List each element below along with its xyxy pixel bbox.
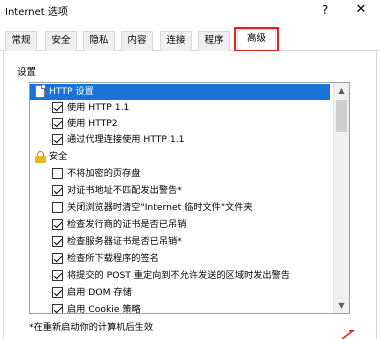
title-bar: Internet 选项 ? ✕	[0, 0, 380, 22]
scroll-thumb[interactable]	[336, 100, 347, 132]
checkbox[interactable]	[52, 168, 63, 179]
setting-post-redirect-warning[interactable]: 将提交的 POST 重定向到不允许发送的区域时发出警告	[30, 268, 330, 284]
checkbox[interactable]	[52, 253, 63, 264]
group-label: HTTP 设置	[49, 86, 94, 97]
setting-server-cert-revocation[interactable]: 检查服务器证书是否已吊销*	[30, 234, 330, 250]
setting-label: 启用 DOM 存储	[67, 287, 132, 298]
tab-advanced[interactable]: 高级	[237, 29, 276, 51]
setting-check-download-signatures[interactable]: 检查所下载程序的签名	[30, 251, 330, 267]
setting-label: 检查所下载程序的签名	[67, 253, 159, 264]
setting-label: 使用 HTTP2	[67, 118, 118, 129]
setting-cert-mismatch-warning[interactable]: 对证书地址不匹配发出警告*	[30, 183, 330, 199]
group-http-settings[interactable]: HTTP 设置	[30, 84, 330, 100]
tab-programs[interactable]: 程序	[198, 31, 230, 51]
checkbox[interactable]	[52, 202, 63, 213]
setting-label: 检查发行商的证书是否已吊销	[67, 219, 187, 230]
checkbox[interactable]	[52, 304, 63, 313]
setting-empty-temp-files[interactable]: 关闭浏览器时清空"Internet 临时文件"文件夹	[30, 200, 330, 216]
settings-label: 设置	[17, 67, 37, 78]
setting-no-save-encrypted[interactable]: 不将加密的页存盘	[30, 166, 330, 182]
checkbox[interactable]	[52, 270, 63, 281]
pointer-arrow-icon	[341, 330, 355, 339]
setting-use-http2[interactable]: 使用 HTTP2	[30, 116, 330, 132]
group-label: 安全	[49, 151, 68, 162]
checkbox[interactable]	[52, 134, 63, 145]
setting-use-http11[interactable]: 使用 HTTP 1.1	[30, 100, 330, 116]
scroll-up-arrow-icon[interactable]: ▲	[334, 83, 349, 98]
checkbox[interactable]	[52, 219, 63, 230]
checkbox[interactable]	[52, 185, 63, 196]
checkbox[interactable]	[52, 118, 63, 129]
document-icon	[35, 85, 45, 98]
lock-icon	[35, 151, 46, 163]
setting-label: 检查服务器证书是否已吊销*	[67, 236, 182, 247]
setting-label: 使用 HTTP 1.1	[67, 102, 130, 113]
tab-strip: 常规 安全 隐私 内容 连接 程序 高级	[0, 29, 380, 51]
setting-label: 不将加密的页存盘	[67, 168, 141, 179]
scroll-down-arrow-icon[interactable]: ▼	[334, 298, 349, 313]
close-button[interactable]: ✕	[352, 1, 370, 19]
setting-proxy-http11[interactable]: 通过代理连接使用 HTTP 1.1	[30, 132, 330, 148]
tab-privacy[interactable]: 隐私	[83, 31, 115, 51]
setting-label: 启用 Cookie 策略	[67, 304, 141, 314]
setting-label: 通过代理连接使用 HTTP 1.1	[67, 134, 185, 145]
group-security[interactable]: 安全	[30, 149, 330, 165]
setting-publisher-cert-revocation[interactable]: 检查发行商的证书是否已吊销	[30, 217, 330, 233]
help-button[interactable]: ?	[316, 1, 334, 19]
setting-label: 对证书地址不匹配发出警告*	[67, 185, 182, 196]
settings-tree: HTTP 设置 使用 HTTP 1.1 使用 HTTP2 通过代理连接使用 HT…	[29, 82, 350, 314]
window-title: Internet 选项	[5, 7, 68, 18]
setting-label: 关闭浏览器时清空"Internet 临时文件"文件夹	[67, 202, 253, 213]
checkbox[interactable]	[52, 102, 63, 113]
setting-cookie-policy[interactable]: 启用 Cookie 策略	[30, 302, 330, 314]
restart-note: *在重新启动你的计算机后生效	[29, 322, 154, 333]
setting-label: 将提交的 POST 重定向到不允许发送的区域时发出警告	[67, 270, 290, 281]
vertical-scrollbar[interactable]: ▲ ▼	[333, 83, 349, 313]
tab-general[interactable]: 常规	[5, 31, 37, 51]
tab-security[interactable]: 安全	[45, 31, 77, 51]
tab-content[interactable]: 内容	[121, 31, 153, 51]
tab-connections[interactable]: 连接	[160, 31, 192, 51]
setting-enable-dom-storage[interactable]: 启用 DOM 存储	[30, 285, 330, 301]
checkbox[interactable]	[52, 236, 63, 247]
checkbox[interactable]	[52, 287, 63, 298]
